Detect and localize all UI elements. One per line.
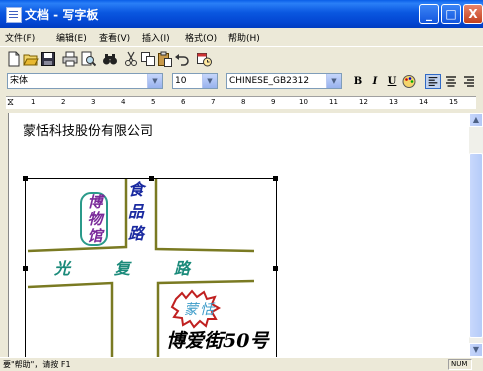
horizontal-road-label: 光复路 [54, 259, 235, 278]
ruler-strip: ⧖ 1 2 3 4 5 6 7 8 9 10 11 12 13 14 15 [6, 96, 476, 109]
menu-edit[interactable]: 编辑(E) [56, 31, 87, 44]
ruler-number: 14 [419, 98, 428, 106]
format-bar: 宋体 ▼ 10 ▼ CHINESE_GB2312 ▼ B I U [0, 71, 483, 91]
resize-handle[interactable] [149, 176, 154, 181]
ruler-number: 10 [299, 98, 308, 106]
maximize-button[interactable]: □ [441, 4, 461, 24]
chevron-down-icon[interactable]: ▼ [147, 74, 162, 88]
embedded-map-drawing[interactable]: 博物馆 食品路 光复路 蒙恬 博爱街50号 [23, 176, 278, 357]
ruler-number: 8 [241, 98, 246, 106]
address-label: 博爱街50号 [166, 330, 269, 352]
ruler-number: 15 [449, 98, 458, 106]
wordpad-document-icon[interactable] [6, 7, 22, 23]
status-bar: 要"帮助"，请按 F1 NUM [0, 357, 483, 371]
status-hint: 要"帮助"，请按 F1 [3, 360, 71, 369]
vertical-road-label: 食品路 [127, 180, 144, 243]
underline-button[interactable]: U [384, 74, 400, 89]
scroll-up-icon[interactable]: ▲ [469, 113, 483, 127]
vertical-scrollbar[interactable]: ▲ ▼ [469, 113, 483, 357]
chevron-down-icon[interactable]: ▼ [326, 74, 341, 88]
menu-bar: 文件(F) 编辑(E) 查看(V) 插入(I) 格式(O) 帮助(H) [0, 28, 483, 46]
undo-icon[interactable] [174, 51, 190, 67]
open-icon[interactable] [23, 51, 39, 67]
print-icon[interactable] [62, 51, 78, 67]
ruler-number: 9 [271, 98, 276, 106]
ruler-number: 4 [121, 98, 126, 106]
ruler-number: 13 [389, 98, 398, 106]
ruler-number: 6 [181, 98, 186, 106]
cut-icon[interactable] [123, 51, 139, 67]
ruler-number: 12 [359, 98, 368, 106]
num-lock-indicator: NUM [448, 359, 472, 370]
window-title: 文档 - 写字板 [25, 8, 99, 22]
insert-datetime-icon[interactable] [196, 51, 212, 67]
align-center-icon[interactable] [443, 74, 459, 89]
ruler-number: 1 [31, 98, 36, 106]
resize-handle[interactable] [273, 266, 278, 271]
bold-button[interactable]: B [350, 74, 366, 89]
ruler-number: 11 [329, 98, 338, 106]
chevron-down-icon[interactable]: ▼ [202, 74, 217, 88]
paste-icon[interactable] [157, 51, 173, 67]
close-button[interactable]: X [463, 4, 483, 24]
minimize-button[interactable]: _ [419, 4, 439, 24]
charset-value: CHINESE_GB2312 [229, 76, 310, 86]
ruler[interactable]: ⧖ 1 2 3 4 5 6 7 8 9 10 11 12 13 14 15 [0, 91, 483, 113]
print-preview-icon[interactable] [80, 51, 96, 67]
color-palette-icon[interactable] [401, 74, 417, 89]
charset-select[interactable]: CHINESE_GB2312 ▼ [226, 73, 342, 89]
ruler-number: 3 [91, 98, 96, 106]
company-label: 蒙恬 [184, 302, 216, 318]
menu-file[interactable]: 文件(F) [5, 31, 35, 44]
font-name-value: 宋体 [10, 76, 29, 86]
scroll-down-icon[interactable]: ▼ [469, 343, 483, 357]
find-icon[interactable] [102, 51, 118, 67]
menu-insert[interactable]: 插入(I) [142, 31, 170, 44]
menu-format[interactable]: 格式(O) [185, 31, 217, 44]
resize-handle[interactable] [23, 176, 28, 181]
font-size-select[interactable]: 10 ▼ [172, 73, 218, 89]
font-size-value: 10 [175, 76, 187, 86]
copy-icon[interactable] [140, 51, 156, 67]
save-icon[interactable] [40, 51, 56, 67]
standard-toolbar [0, 46, 483, 72]
menu-help[interactable]: 帮助(H) [228, 31, 260, 44]
document-area[interactable]: 蒙恬科技股份有限公司 博物馆 食品路 光复路 蒙恬 博爱街50号 [8, 113, 470, 357]
new-icon[interactable] [6, 51, 22, 67]
ruler-number: 7 [211, 98, 216, 106]
scrollbar-thumb[interactable] [469, 153, 483, 338]
menu-view[interactable]: 查看(V) [99, 31, 130, 44]
align-right-icon[interactable] [461, 74, 477, 89]
align-left-icon[interactable] [425, 74, 441, 89]
document-heading: 蒙恬科技股份有限公司 [23, 124, 154, 139]
indent-marker-icon[interactable]: ⧖ [7, 97, 14, 108]
ruler-number: 5 [151, 98, 156, 106]
resize-handle[interactable] [23, 266, 28, 271]
font-name-select[interactable]: 宋体 ▼ [7, 73, 163, 89]
title-bar[interactable]: 文档 - 写字板 _ □ X [0, 0, 483, 28]
resize-handle[interactable] [273, 176, 278, 181]
wordpad-window: 文档 - 写字板 _ □ X 文件(F) 编辑(E) 查看(V) 插入(I) 格… [0, 0, 483, 371]
ruler-number: 2 [61, 98, 66, 106]
italic-button[interactable]: I [367, 74, 383, 89]
library-label: 博物馆 [87, 193, 103, 245]
